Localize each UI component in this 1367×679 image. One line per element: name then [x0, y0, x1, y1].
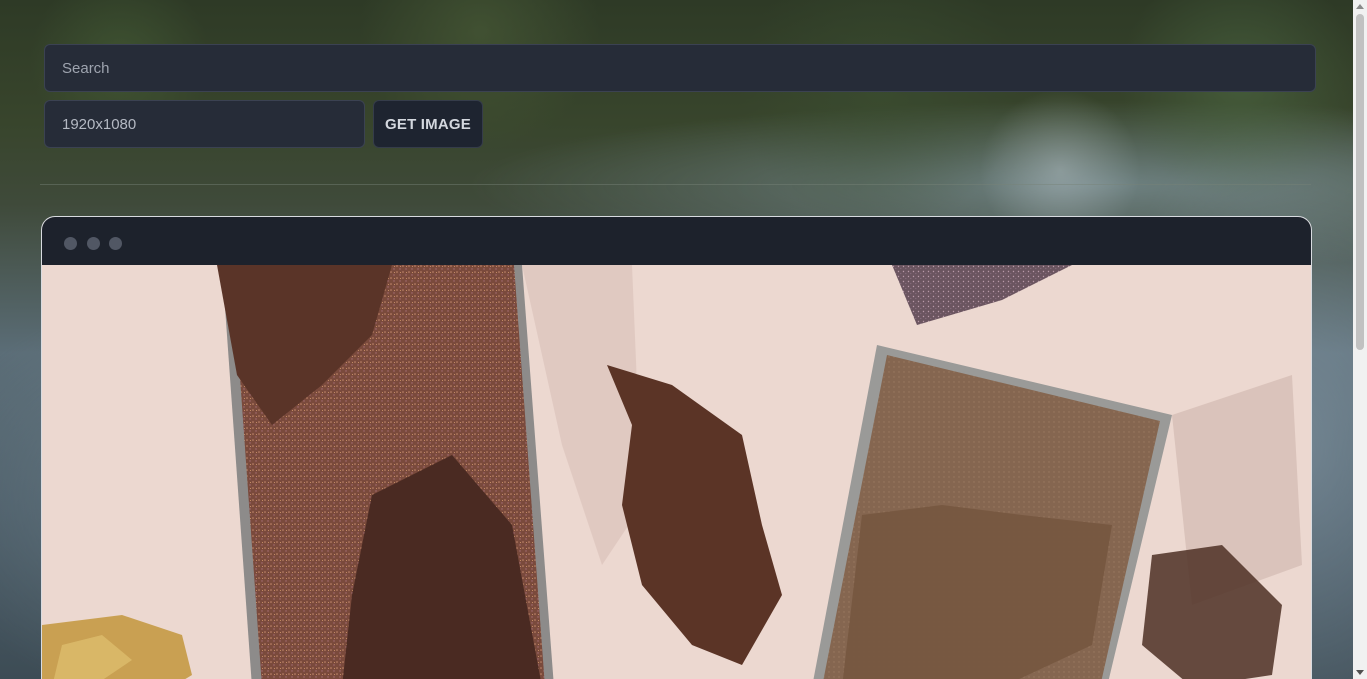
window-title-bar [42, 217, 1311, 265]
window-dot-minimize [87, 237, 100, 250]
scroll-thumb[interactable] [1356, 14, 1364, 350]
divider [40, 184, 1311, 185]
window-dot-maximize [109, 237, 122, 250]
eyeshadow-photo [42, 265, 1311, 679]
crumbled-matte [842, 505, 1112, 679]
image-preview-window [41, 216, 1312, 679]
get-image-button[interactable]: GET IMAGE [373, 100, 483, 148]
window-dot-close [64, 237, 77, 250]
scroll-down-arrow-icon[interactable] [1356, 670, 1364, 675]
scroll-up-arrow-icon[interactable] [1356, 4, 1364, 9]
preview-image [42, 265, 1311, 679]
search-input[interactable] [44, 44, 1316, 92]
resolution-input[interactable] [44, 100, 365, 148]
page-scrollbar[interactable] [1353, 0, 1367, 679]
